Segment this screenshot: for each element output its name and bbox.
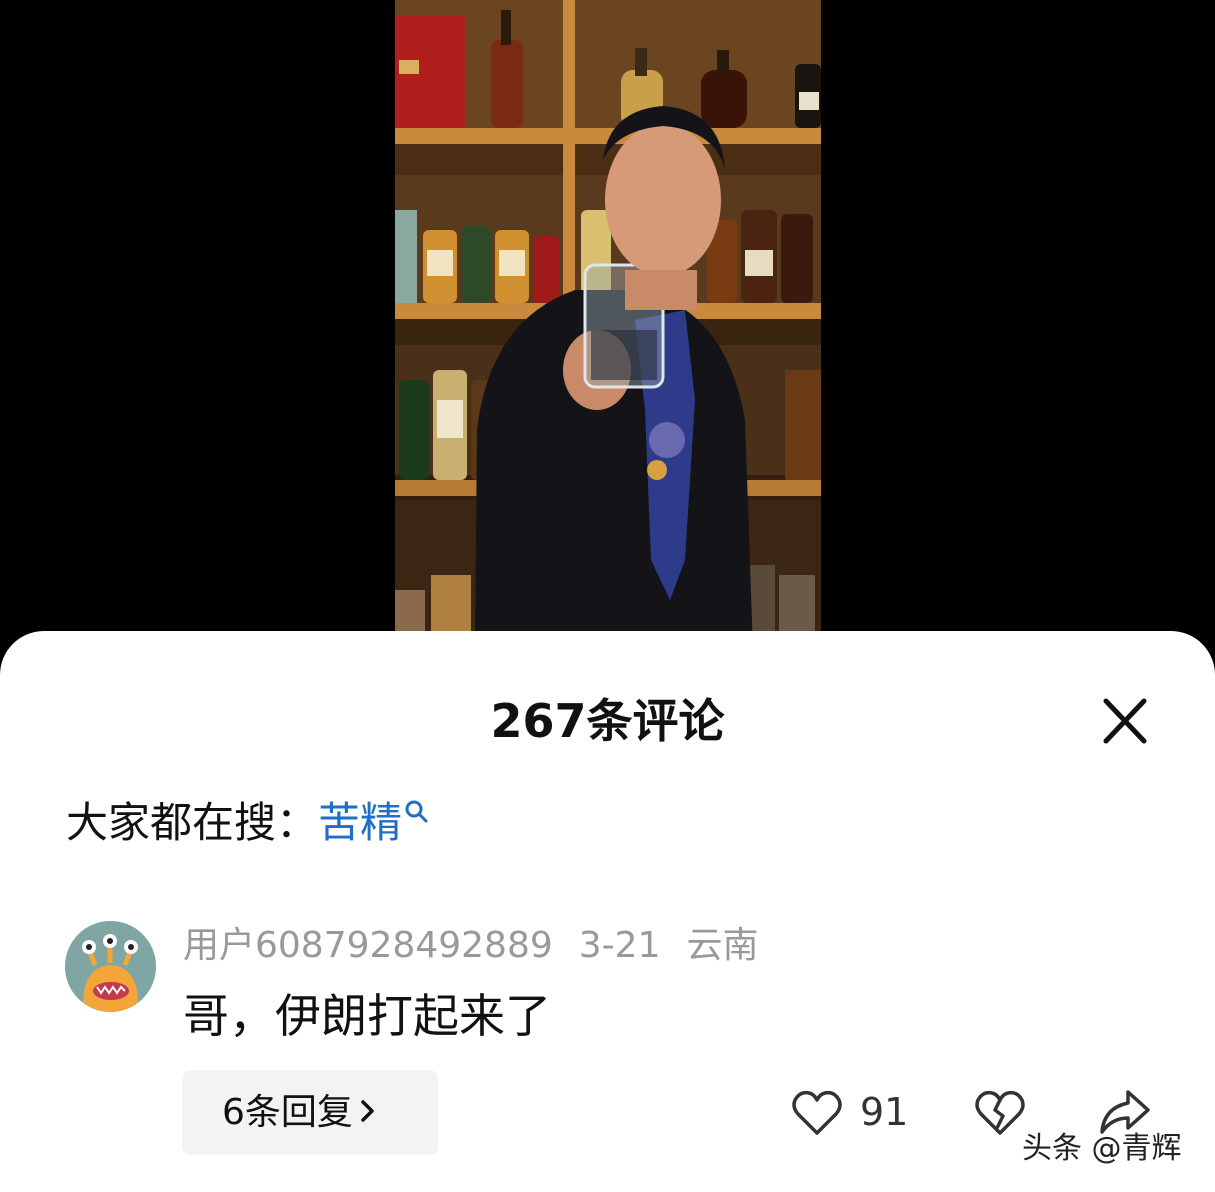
view-replies-button[interactable]: 6条回复 bbox=[182, 1070, 438, 1155]
close-icon bbox=[1103, 698, 1147, 744]
trending-search-term[interactable]: 苦精 bbox=[318, 798, 402, 847]
watermark: 头条 @青辉 bbox=[1022, 1131, 1182, 1166]
comment-username[interactable]: 用户6087928492889 bbox=[183, 925, 553, 966]
trending-search-label: 大家都在搜： bbox=[66, 798, 319, 847]
broken-heart-icon bbox=[975, 1090, 1025, 1135]
comment-meta: 用户6087928492889 3-21 云南 bbox=[183, 921, 784, 971]
like-button[interactable] bbox=[791, 1088, 843, 1138]
trending-search-row: 大家都在搜：苦精 bbox=[66, 793, 430, 853]
search-icon[interactable] bbox=[404, 799, 430, 827]
video-frame[interactable] bbox=[395, 0, 821, 650]
chevron-right-icon bbox=[361, 1100, 374, 1122]
comment-date: 3-21 bbox=[578, 925, 661, 966]
video-player[interactable] bbox=[0, 0, 1215, 650]
page: 267条评论 大家都在搜：苦精 用户6087928492889 3-21 云南 … bbox=[0, 0, 1215, 1192]
dislike-button[interactable] bbox=[974, 1088, 1026, 1138]
view-replies-label: 6条回复 bbox=[222, 1092, 353, 1133]
like-count: 91 bbox=[860, 1090, 909, 1134]
bartender-video-frame bbox=[395, 0, 821, 650]
comment-text: 哥，伊朗打起来了 bbox=[183, 989, 551, 1043]
comments-count-title: 267条评论 bbox=[490, 694, 725, 748]
close-button[interactable] bbox=[1096, 697, 1154, 747]
monster-avatar-icon bbox=[65, 921, 156, 1012]
avatar[interactable] bbox=[65, 921, 156, 1012]
comment-location: 云南 bbox=[686, 925, 759, 966]
heart-icon bbox=[792, 1090, 842, 1135]
comments-sheet: 267条评论 大家都在搜：苦精 用户6087928492889 3-21 云南 … bbox=[0, 631, 1215, 1192]
